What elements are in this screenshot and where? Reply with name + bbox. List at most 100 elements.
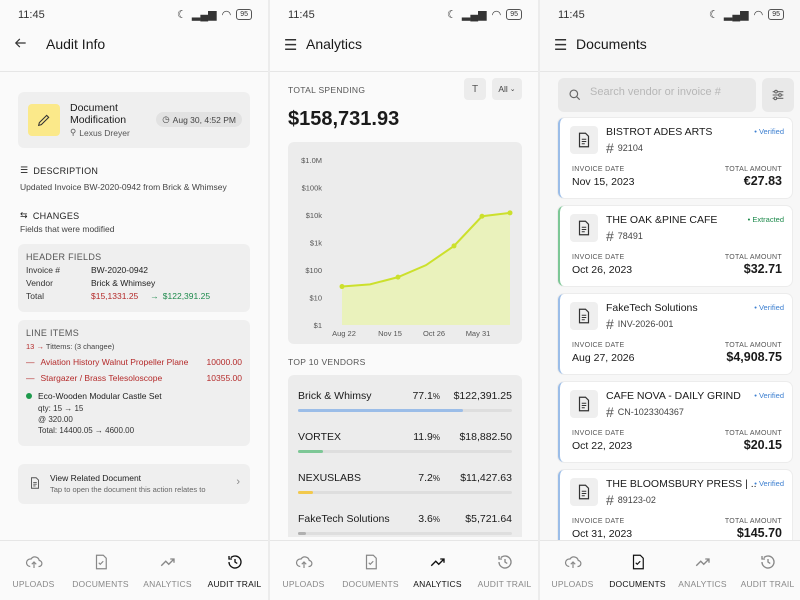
field-row: Invoice # BW-2020-0942 xyxy=(26,265,242,275)
status-text: Verified xyxy=(758,391,784,400)
menu-icon[interactable]: ☰ xyxy=(284,36,297,54)
chart-point[interactable] xyxy=(339,284,345,290)
x-tick-label: Aug 22 xyxy=(332,329,356,338)
document-card[interactable]: THE OAK &PINE CAFE #78491 • Extracted IN… xyxy=(558,206,792,286)
minus-icon: — xyxy=(26,373,35,383)
chart-point[interactable] xyxy=(507,210,513,216)
status-bar: 11:45 ☾ ▂▄▆ ◠ 95 xyxy=(270,0,538,28)
doc-vendor: CAFE NOVA - DAILY GRIND xyxy=(606,390,741,402)
moon-icon: ☾ xyxy=(709,9,719,21)
arrow-right-icon: → xyxy=(150,291,159,301)
chart-point[interactable] xyxy=(395,274,401,280)
hash-icon: # xyxy=(606,228,614,244)
nav-documents[interactable]: DOCUMENTS xyxy=(337,541,404,600)
document-card[interactable]: CAFE NOVA - DAILY GRIND # CN-1023304367 •… xyxy=(558,382,792,462)
doc-number-value: 92104 xyxy=(617,143,643,153)
removed-line-item: — Aviation History Walnut Propeller Plan… xyxy=(26,357,242,367)
document-icon xyxy=(28,476,42,495)
y-tick-label: $100 xyxy=(305,266,322,275)
changes-header: ⇆ CHANGES xyxy=(20,210,79,221)
chart-point[interactable] xyxy=(451,243,457,249)
green-dot-icon xyxy=(26,393,32,399)
wifi-icon: ◠ xyxy=(491,9,502,21)
vendor-share-track xyxy=(298,532,512,535)
invoice-date: Oct 26, 2023 xyxy=(572,264,633,276)
moon-icon: ☾ xyxy=(177,9,187,21)
nav-uploads[interactable]: UPLOADS xyxy=(270,541,337,600)
total-amount-label: TOTAL AMOUNT xyxy=(724,166,782,173)
description-label: DESCRIPTION xyxy=(33,165,99,176)
invoice-date-label: INVOICE DATE xyxy=(572,430,625,437)
related-subtitle: Tap to open the document this action rel… xyxy=(50,485,206,494)
page-title: Analytics xyxy=(306,36,363,52)
vendor-share-track xyxy=(298,450,512,453)
nav-analytics[interactable]: ANALYTICS xyxy=(404,541,471,600)
nav-documents[interactable]: DOCUMENTS xyxy=(67,541,134,600)
wifi-icon: ◠ xyxy=(221,9,232,21)
documents-icon xyxy=(92,553,110,571)
x-tick-label: May 31 xyxy=(466,329,491,338)
status-time: 11:45 xyxy=(288,9,315,21)
nav-uploads[interactable]: UPLOADS xyxy=(540,541,605,600)
nav-documents[interactable]: DOCUMENTS xyxy=(605,541,670,600)
signal-icon: ▂▄▆ xyxy=(191,9,217,21)
vendor-row[interactable]: Brick & Whimsy 77.1% $122,391.25 xyxy=(298,381,512,421)
y-tick-label: $10 xyxy=(309,294,322,303)
doc-vendor: THE OAK &PINE CAFE xyxy=(606,214,718,226)
moon-icon: ☾ xyxy=(447,9,457,21)
total-amount-label: TOTAL AMOUNT xyxy=(724,254,782,261)
invoice-date-label: INVOICE DATE xyxy=(572,518,625,525)
nav-audit-trail[interactable]: AUDIT TRAIL xyxy=(201,541,268,600)
search-input[interactable] xyxy=(590,86,750,98)
nav-analytics[interactable]: ANALYTICS xyxy=(134,541,201,600)
field-key: Vendor xyxy=(26,278,53,288)
vendor-amount: $122,391.25 xyxy=(453,390,512,402)
menu-icon[interactable]: ☰ xyxy=(554,36,567,54)
y-tick-label: $1 xyxy=(314,321,322,330)
vendor-percent-value: 3.6 xyxy=(418,513,433,525)
document-icon xyxy=(570,126,598,154)
line-item-name: Aviation History Walnut Propeller Plane xyxy=(40,357,189,367)
nav-label: UPLOADS xyxy=(282,579,325,589)
upload-icon xyxy=(295,553,313,571)
history-icon xyxy=(226,553,244,571)
vendor-name: FakeTech Solutions xyxy=(298,513,390,525)
invoice-date: Nov 15, 2023 xyxy=(572,176,635,188)
line-item-total: Total: 14400.05 → 4600.00 xyxy=(38,426,135,435)
status-text: Verified xyxy=(758,127,784,136)
nav-label: ANALYTICS xyxy=(413,579,462,589)
total-spending-label: TOTAL SPENDING xyxy=(288,85,366,95)
header-fields-card: HEADER FIELDS Invoice # BW-2020-0942 Ven… xyxy=(18,244,250,312)
description-header: ☰ DESCRIPTION xyxy=(20,165,98,176)
document-card[interactable]: FakeTech Solutions # INV-2026-001 • Verif… xyxy=(558,294,792,374)
bottom-nav: UPLOADS DOCUMENTS ANALYTICS AUDIT TRAIL xyxy=(540,540,800,600)
y-tick-label: $100k xyxy=(302,184,323,193)
hash-icon: # xyxy=(606,404,614,420)
battery-icon: 95 xyxy=(236,9,252,20)
text-format-button[interactable]: T xyxy=(464,78,486,100)
period-filter-select[interactable]: All ⌄ xyxy=(492,78,522,100)
vendor-row[interactable]: FakeTech Solutions 3.6% $5,721.64 xyxy=(298,504,512,544)
back-arrow-icon[interactable] xyxy=(14,36,28,54)
document-card[interactable]: BISTROT ADES ARTS #92104 • Verified INVO… xyxy=(558,118,792,198)
doc-number-value: 89123-02 xyxy=(617,495,656,505)
nav-audit-trail[interactable]: AUDIT TRAIL xyxy=(471,541,538,600)
vendor-percent: 11.9% xyxy=(413,431,440,443)
vendor-row[interactable]: VORTEX 11.9% $18,882.50 xyxy=(298,422,512,462)
status-text: Extracted xyxy=(752,215,784,224)
nav-uploads[interactable]: UPLOADS xyxy=(0,541,67,600)
swap-icon: ⇆ xyxy=(20,210,28,220)
nav-audit-trail[interactable]: AUDIT TRAIL xyxy=(735,541,800,600)
history-icon xyxy=(759,553,777,571)
nav-analytics[interactable]: ANALYTICS xyxy=(670,541,735,600)
related-title: View Related Document xyxy=(50,473,142,483)
arrow-right-icon: → xyxy=(36,342,44,351)
clock-icon: ◷ xyxy=(162,114,170,124)
chart-point[interactable] xyxy=(479,213,485,219)
view-related-document-button[interactable]: View Related Document Tap to open the do… xyxy=(18,464,250,504)
vendor-row[interactable]: NEXUSLABS 7.2% $11,427.63 xyxy=(298,463,512,503)
total-amount-label: TOTAL AMOUNT xyxy=(724,430,782,437)
vendor-share-track xyxy=(298,409,512,412)
document-card[interactable]: THE BLOOMSBURY PRESS | ... #89123-02 • V… xyxy=(558,470,792,540)
filter-button[interactable] xyxy=(762,78,794,112)
